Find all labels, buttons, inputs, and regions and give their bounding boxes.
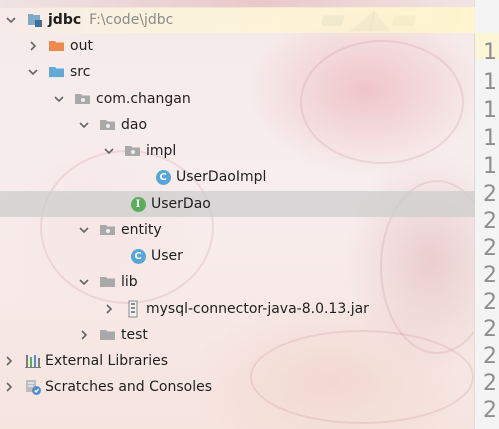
package-icon xyxy=(99,116,117,134)
external-libraries-icon xyxy=(24,352,42,370)
tree-node-user[interactable]: C User xyxy=(0,243,475,269)
tree-node-label: lib xyxy=(121,274,138,290)
gutter-line-number: 1 xyxy=(483,126,497,151)
chevron-down-icon[interactable] xyxy=(26,65,40,79)
class-icon: C xyxy=(154,168,172,186)
tree-node-project-jdbc[interactable]: jdbc F:\code\jdbc xyxy=(0,7,475,33)
tree-node-userdao[interactable]: I UserDao xyxy=(0,191,475,217)
package-icon xyxy=(124,142,142,160)
chevron-down-icon[interactable] xyxy=(52,92,66,106)
tree-node-label: com.changan xyxy=(96,91,191,107)
tree-node-label: User xyxy=(151,248,183,264)
excluded-folder-icon xyxy=(48,37,66,55)
tree-node-label: UserDao xyxy=(151,196,211,212)
chevron-down-icon[interactable] xyxy=(77,223,91,237)
tree-node-label: dao xyxy=(121,117,148,133)
tree-node-label: src xyxy=(70,64,91,80)
chevron-right-icon[interactable] xyxy=(102,302,116,316)
gutter-line-number: 1 xyxy=(483,40,497,65)
tree-node-lib[interactable]: lib xyxy=(0,269,475,295)
tree-node-label: out xyxy=(70,38,93,54)
interface-icon: I xyxy=(129,195,147,213)
tree-node-label: impl xyxy=(146,143,177,159)
tree-node-label: entity xyxy=(121,222,162,238)
editor-gutter: 1 1 1 1 1 2 2 2 2 2 2 2 2 2 xyxy=(474,0,499,429)
class-icon: C xyxy=(129,247,147,265)
project-path: F:\code\jdbc xyxy=(89,12,174,28)
chevron-down-icon[interactable] xyxy=(4,13,18,27)
tree-node-com-changan[interactable]: com.changan xyxy=(0,86,475,112)
package-icon xyxy=(99,221,117,239)
tree-node-entity[interactable]: entity xyxy=(0,217,475,243)
gutter-line-number: 1 xyxy=(483,70,497,95)
chevron-down-icon[interactable] xyxy=(77,118,91,132)
gutter-line-number: 2 xyxy=(483,317,497,342)
tree-node-userdaoimpl[interactable]: C UserDaoImpl xyxy=(0,164,475,190)
source-folder-icon xyxy=(48,63,66,81)
gutter-line-number: 1 xyxy=(483,154,497,179)
tree-node-label: External Libraries xyxy=(45,353,168,369)
tree-node-impl[interactable]: impl xyxy=(0,138,475,164)
tree-node-test[interactable]: test xyxy=(0,322,475,348)
tree-node-label: mysql-connector-java-8.0.13.jar xyxy=(146,301,369,317)
tree-node-mysql-connector-jar[interactable]: mysql-connector-java-8.0.13.jar xyxy=(0,296,475,322)
chevron-right-icon[interactable] xyxy=(2,354,16,368)
chevron-right-icon[interactable] xyxy=(77,328,91,342)
gutter-line-number: 2 xyxy=(483,371,497,396)
chevron-right-icon[interactable] xyxy=(26,39,40,53)
tree-node-src[interactable]: src xyxy=(0,59,475,85)
gutter-line-number: 2 xyxy=(483,398,497,423)
gutter-line-number: 2 xyxy=(483,209,497,234)
chevron-down-icon[interactable] xyxy=(77,275,91,289)
package-icon xyxy=(74,90,92,108)
chevron-right-icon[interactable] xyxy=(2,380,16,394)
tree-node-label: UserDaoImpl xyxy=(176,169,267,185)
folder-icon xyxy=(99,273,117,291)
scratches-icon xyxy=(24,378,42,396)
module-folder-icon xyxy=(26,11,44,29)
gutter-line-number: 2 xyxy=(483,236,497,261)
tree-node-out[interactable]: out xyxy=(0,33,475,59)
gutter-line-number: 2 xyxy=(483,263,497,288)
jar-icon xyxy=(124,300,142,318)
tree-node-label: test xyxy=(121,327,148,343)
gutter-line-number: 2 xyxy=(483,182,497,207)
chevron-down-icon[interactable] xyxy=(102,144,116,158)
gutter-line-number: 2 xyxy=(483,290,497,315)
folder-icon xyxy=(99,326,117,344)
tree-node-scratches-and-consoles[interactable]: Scratches and Consoles xyxy=(0,374,475,400)
gutter-line-number: 1 xyxy=(483,98,497,123)
tree-node-label: Scratches and Consoles xyxy=(45,379,212,395)
tree-node-dao[interactable]: dao xyxy=(0,112,475,138)
tree-node-external-libraries[interactable]: External Libraries xyxy=(0,348,475,374)
project-name: jdbc xyxy=(48,12,82,28)
gutter-line-number: 2 xyxy=(483,344,497,369)
